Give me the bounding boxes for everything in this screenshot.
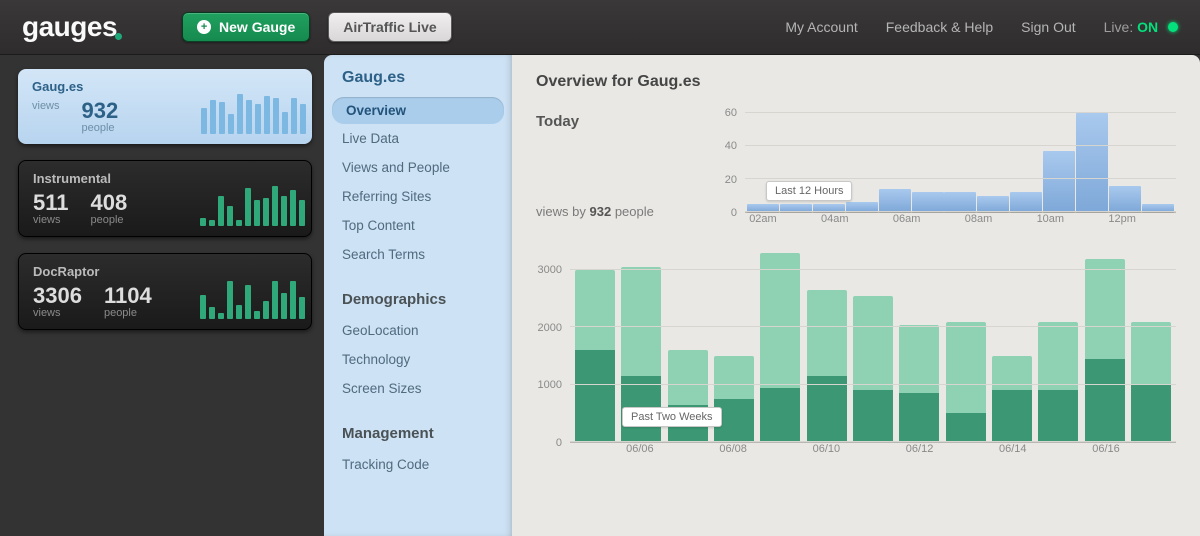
sparkline-icon [200, 277, 305, 319]
nav-sign-out[interactable]: Sign Out [1021, 19, 1075, 35]
sparkline-icon [201, 92, 306, 134]
sidebar-item[interactable]: Tracking Code [324, 450, 512, 479]
sidebar-item[interactable]: Overview [332, 97, 504, 124]
daily-bar [896, 253, 942, 442]
new-gauge-button[interactable]: + New Gauge [182, 12, 310, 42]
daily-bar [804, 253, 850, 442]
hourly-bar [912, 192, 944, 212]
hourly-bar [1043, 151, 1075, 212]
airtraffic-button[interactable]: AirTraffic Live [328, 12, 451, 42]
today-heading: Today [536, 113, 711, 130]
sidebar: Gaug.es OverviewLive DataViews and Peopl… [324, 55, 512, 536]
sidebar-heading-demographics: Demographics [324, 269, 512, 316]
sidebar-item[interactable]: Referring Sites [324, 182, 512, 211]
daily-bar [943, 253, 989, 442]
sidebar-item[interactable]: GeoLocation [324, 316, 512, 345]
nav-my-account[interactable]: My Account [785, 19, 857, 35]
hourly-bar [1076, 113, 1108, 212]
hourly-bar [944, 192, 976, 212]
site-card-title: Gaug.es [32, 79, 187, 94]
today-summary: views by 932 people [536, 204, 711, 219]
plus-icon: + [197, 20, 211, 34]
sidebar-heading-management: Management [324, 403, 512, 450]
sidebar-title: Gaug.es [324, 67, 512, 97]
site-card[interactable]: Gaug.es views 932people [18, 69, 312, 144]
sparkline-icon [200, 184, 305, 226]
sidebar-item[interactable]: Search Terms [324, 240, 512, 269]
sidebar-item[interactable]: Technology [324, 345, 512, 374]
hourly-bar [1010, 192, 1042, 212]
weeks-badge: Past Two Weeks [622, 407, 722, 427]
page-title: Overview for Gaug.es [536, 73, 1176, 91]
sidebar-item[interactable]: Live Data [324, 124, 512, 153]
logo: gauges [22, 11, 122, 43]
site-card-title: DocRaptor [33, 264, 186, 279]
daily-bar [1128, 253, 1174, 442]
daily-bar [757, 253, 803, 442]
site-list: Gaug.es views 932people Instrumental 511… [0, 55, 324, 536]
site-card[interactable]: DocRaptor 3306views 1104people [18, 253, 312, 330]
hourly-bar [1109, 186, 1141, 212]
site-card[interactable]: Instrumental 511views 408people [18, 160, 312, 237]
hourly-badge: Last 12 Hours [766, 181, 852, 201]
nav-feedback[interactable]: Feedback & Help [886, 19, 993, 35]
hourly-bar [977, 196, 1009, 212]
daily-bar [850, 253, 896, 442]
hourly-bar [879, 189, 911, 212]
daily-bar [1035, 253, 1081, 442]
sidebar-item[interactable]: Views and People [324, 153, 512, 182]
live-status: Live: ON [1104, 19, 1178, 35]
new-gauge-label: New Gauge [219, 19, 295, 35]
sidebar-item[interactable]: Top Content [324, 211, 512, 240]
daily-bar [572, 253, 618, 442]
daily-bar [1081, 253, 1127, 442]
site-card-title: Instrumental [33, 171, 186, 186]
live-dot-icon [1168, 22, 1178, 32]
daily-bar [989, 253, 1035, 442]
sidebar-item[interactable]: Screen Sizes [324, 374, 512, 403]
